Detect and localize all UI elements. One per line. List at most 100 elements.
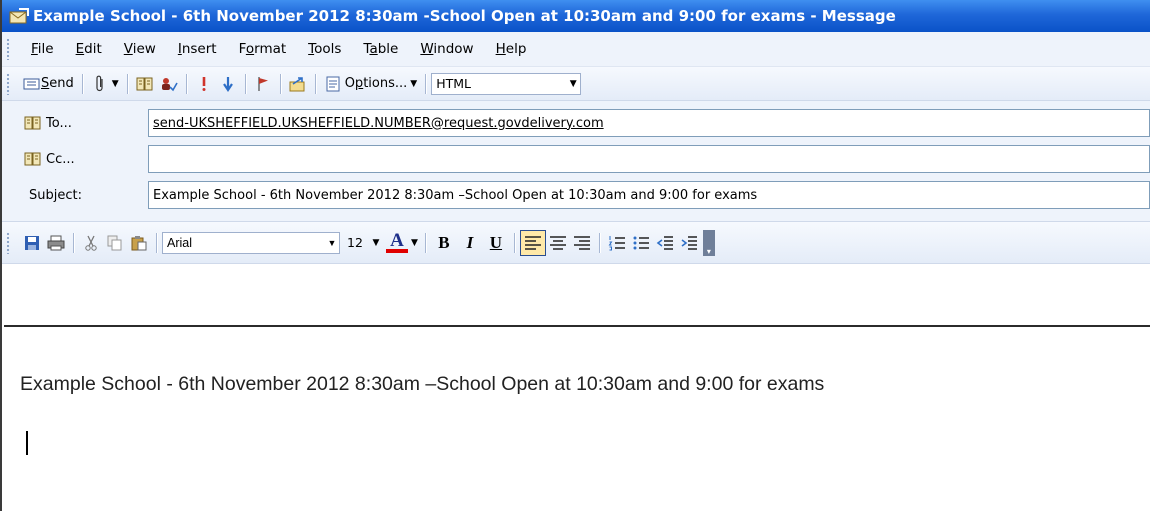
bold-button[interactable]: B — [431, 231, 457, 255]
increase-indent-button[interactable] — [677, 231, 701, 255]
chevron-down-icon[interactable]: ▼ — [325, 238, 339, 248]
chevron-down-icon[interactable]: ▼ — [566, 79, 580, 89]
numbered-list-icon — [608, 234, 626, 252]
copy-button[interactable] — [103, 231, 127, 255]
flag-icon — [254, 75, 272, 93]
to-field[interactable]: send-UKSHEFFIELD.UKSHEFFIELD.NUMBER@requ… — [148, 109, 1150, 137]
toolbar-separator — [81, 73, 83, 94]
address-book-button[interactable] — [133, 72, 157, 96]
address-block: To... send-UKSHEFFIELD.UKSHEFFIELD.NUMBE… — [2, 101, 1150, 222]
to-button[interactable]: To... — [2, 114, 142, 132]
menu-format[interactable]: Format — [228, 41, 298, 57]
message-app-icon — [8, 7, 30, 25]
align-left-icon — [524, 234, 542, 252]
menu-grip-icon[interactable] — [6, 38, 10, 60]
toolbar-separator — [314, 73, 316, 94]
menu-bar: File Edit View Insert Format Tools Table… — [2, 32, 1150, 67]
align-right-button[interactable] — [570, 231, 594, 255]
message-body-text: Example School - 6th November 2012 8:30a… — [20, 373, 825, 395]
align-left-button[interactable] — [519, 229, 546, 256]
menu-edit[interactable]: Edit — [65, 41, 113, 57]
address-book-icon — [24, 114, 42, 132]
align-center-button[interactable] — [546, 231, 570, 255]
cc-field[interactable] — [148, 145, 1150, 173]
message-body[interactable]: Example School - 6th November 2012 8:30a… — [4, 325, 1150, 511]
envelope-arrow-icon — [289, 75, 307, 93]
formatting-toolbar: Arial ▼ 12 ▼ A ▼ B I U ▾ — [2, 222, 1150, 264]
menu-file[interactable]: File — [20, 41, 65, 57]
menu-tools[interactable]: Tools — [297, 41, 352, 57]
chevron-down-icon[interactable]: ▼ — [411, 238, 418, 248]
font-name-select[interactable]: Arial ▼ — [162, 231, 340, 254]
align-right-icon — [573, 234, 591, 252]
scissors-icon — [82, 234, 100, 252]
menu-view[interactable]: View — [113, 41, 167, 57]
window-title: Example School - 6th November 2012 8:30a… — [33, 7, 896, 25]
paste-button[interactable] — [127, 231, 151, 255]
menu-insert[interactable]: Insert — [167, 41, 228, 57]
toolbar-grip-icon[interactable] — [6, 231, 10, 254]
send-icon — [23, 75, 41, 93]
floppy-disk-icon — [23, 234, 41, 252]
toolbar-separator — [425, 73, 427, 94]
to-row: To... send-UKSHEFFIELD.UKSHEFFIELD.NUMBE… — [2, 105, 1150, 141]
attach-file-button[interactable]: ▼ — [88, 72, 122, 96]
options-button[interactable]: Options... ▼ — [321, 72, 421, 96]
print-button[interactable] — [44, 231, 68, 255]
bulleted-list-icon — [632, 234, 650, 252]
permission-button[interactable] — [286, 72, 310, 96]
cc-button[interactable]: Cc... — [2, 150, 142, 168]
chevron-down-icon[interactable]: ▼ — [112, 79, 119, 89]
clipboard-icon — [130, 234, 148, 252]
text-cursor — [26, 431, 28, 455]
down-arrow-icon — [219, 75, 237, 93]
toolbar-separator — [513, 232, 515, 253]
check-names-button[interactable] — [157, 72, 181, 96]
chevron-down-icon[interactable]: ▼ — [410, 79, 417, 89]
subject-row: Subject: Example School - 6th November 2… — [2, 177, 1150, 213]
chevron-down-icon[interactable]: ▼ — [369, 238, 383, 248]
menu-table[interactable]: Table — [352, 41, 409, 57]
toolbar-separator — [156, 232, 157, 253]
decrease-indent-button[interactable] — [653, 231, 677, 255]
send-button[interactable]: Send — [20, 72, 77, 96]
high-importance-button[interactable] — [192, 72, 216, 96]
toolbar-separator — [598, 232, 600, 253]
subject-field[interactable]: Example School - 6th November 2012 8:30a… — [148, 181, 1150, 209]
menu-window[interactable]: Window — [409, 41, 484, 57]
exclamation-icon — [195, 75, 213, 93]
low-importance-button[interactable] — [216, 72, 240, 96]
save-button[interactable] — [20, 231, 44, 255]
menu-help[interactable]: Help — [485, 41, 538, 57]
toolbar-separator — [244, 73, 246, 94]
decrease-indent-icon — [656, 234, 674, 252]
numbered-list-button[interactable] — [605, 231, 629, 255]
font-color-button[interactable]: A ▼ — [384, 231, 420, 255]
printer-icon — [47, 234, 65, 252]
cc-row: Cc... — [2, 141, 1150, 177]
title-bar: Example School - 6th November 2012 8:30a… — [2, 0, 1150, 32]
toolbar-separator — [73, 232, 74, 253]
toolbar-separator — [279, 73, 281, 94]
options-icon — [324, 75, 342, 93]
toolbar-grip-icon[interactable] — [6, 72, 10, 95]
bulleted-list-button[interactable] — [629, 231, 653, 255]
copy-icon — [106, 234, 124, 252]
standard-toolbar: Send ▼ Options... ▼ HTML ▼ — [2, 67, 1150, 101]
toolbar-separator — [126, 73, 128, 94]
font-color-icon: A — [386, 231, 408, 253]
italic-button[interactable]: I — [457, 231, 483, 255]
font-size-select[interactable]: 12 ▼ — [342, 232, 384, 254]
follow-up-flag-button[interactable] — [251, 72, 275, 96]
toolbar-separator — [424, 232, 426, 253]
compose-window: Example School - 6th November 2012 8:30a… — [0, 0, 1150, 511]
increase-indent-icon — [680, 234, 698, 252]
cut-button[interactable] — [79, 231, 103, 255]
message-format-select[interactable]: HTML ▼ — [431, 72, 582, 95]
address-book-icon — [24, 150, 42, 168]
address-book-icon — [136, 75, 154, 93]
subject-label: Subject: — [29, 187, 82, 203]
underline-button[interactable]: U — [483, 231, 509, 255]
toolbar-options-chevron-icon[interactable]: ▾ — [702, 229, 715, 256]
paperclip-icon — [91, 75, 109, 93]
